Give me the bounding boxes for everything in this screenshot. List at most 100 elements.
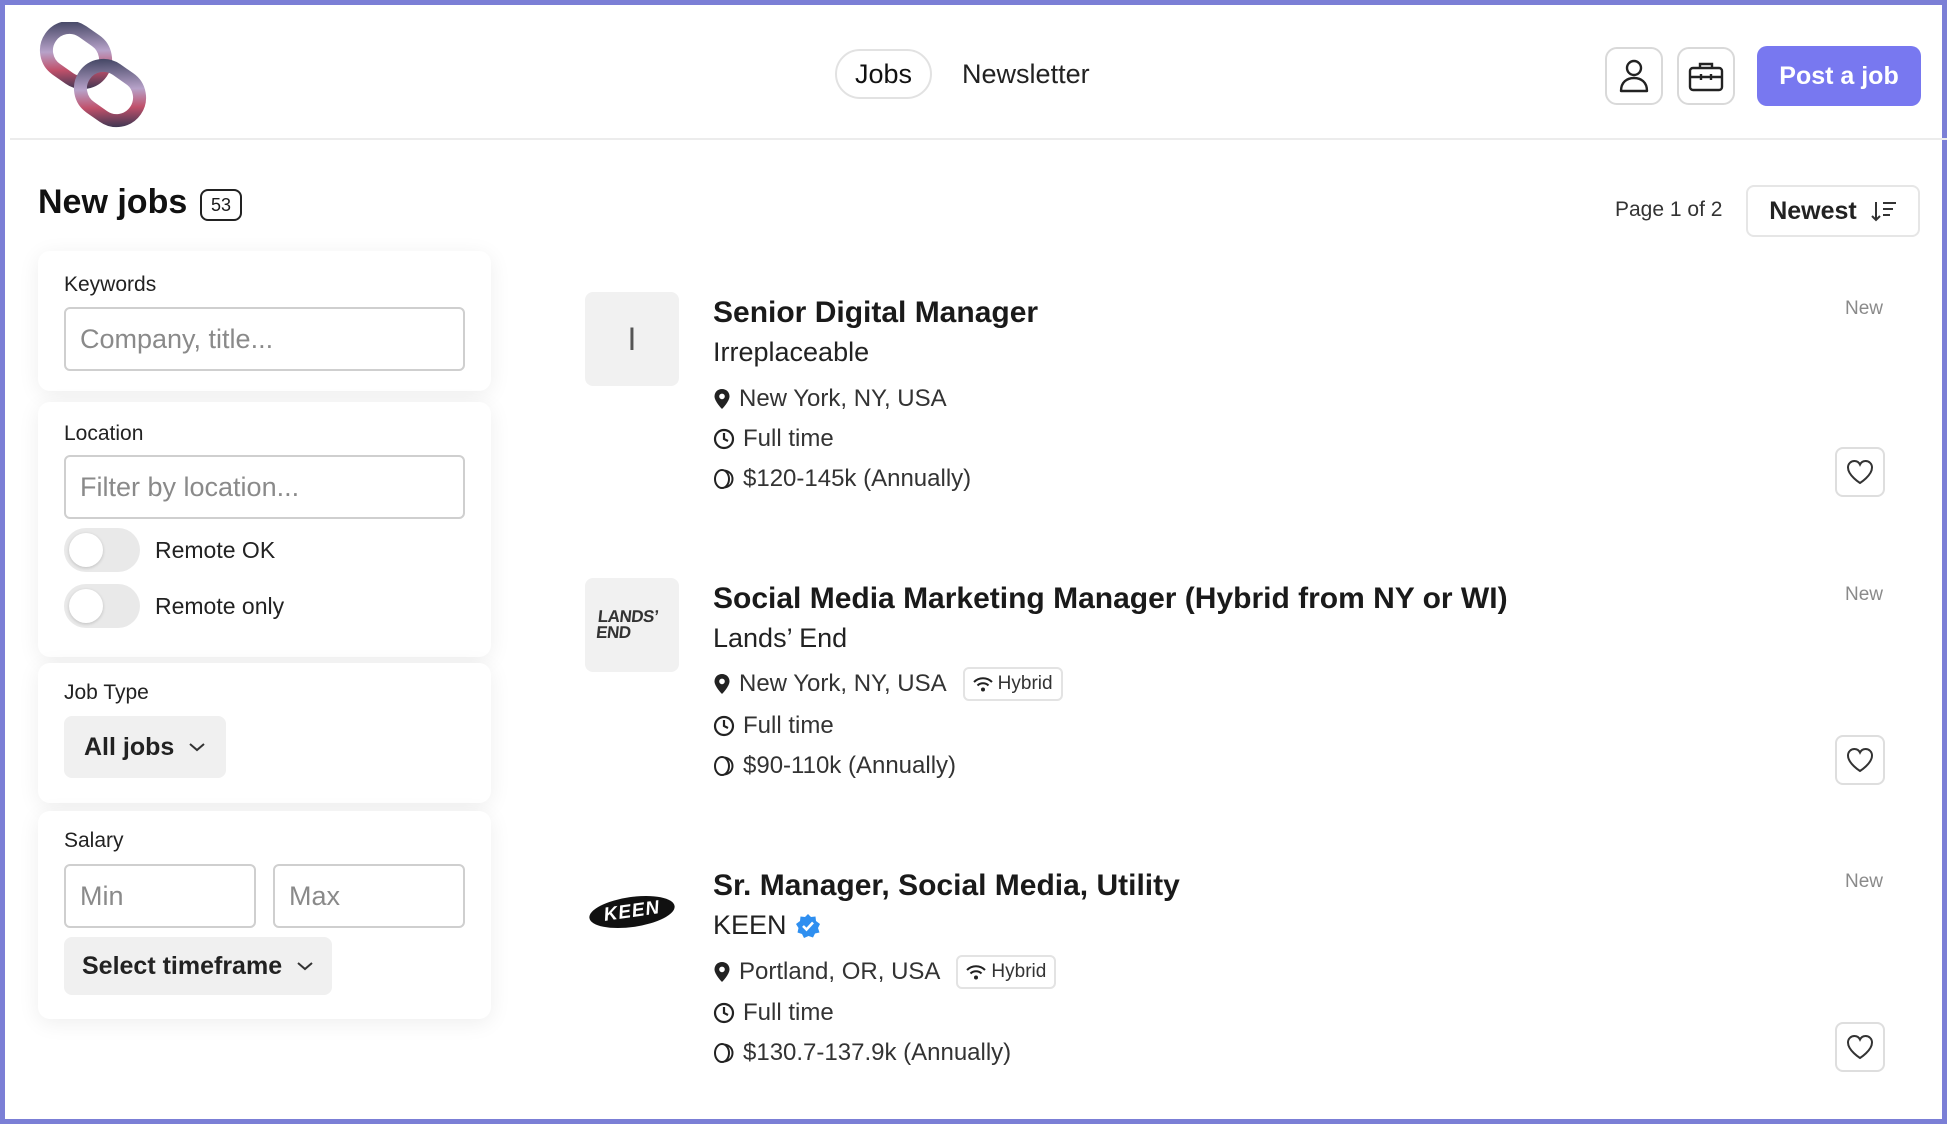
salary-text: $90-110k (Annually) (743, 752, 957, 779)
coins-icon (714, 1043, 734, 1063)
main-nav: Jobs Newsletter (835, 48, 1100, 100)
job-title[interactable]: Senior Digital Manager (713, 296, 1038, 330)
keen-logo-text: KEEN (587, 891, 677, 933)
company-logo[interactable]: KEEN (585, 865, 679, 959)
new-badge: New (1845, 871, 1884, 892)
remote-ok-toggle[interactable] (64, 528, 140, 572)
lands-end-logo-text: LANDS’ END (595, 607, 659, 642)
job-type: Full time (713, 712, 834, 740)
job-type-selected: All jobs (84, 732, 175, 761)
job-type: Full time (713, 999, 834, 1027)
sort-descending-icon (1871, 202, 1896, 222)
keywords-filter-card: Keywords Company, title... (38, 251, 491, 391)
location-text: New York, NY, USA (739, 385, 947, 412)
nav-jobs[interactable]: Jobs (835, 49, 933, 99)
clock-icon (713, 1002, 735, 1024)
heart-icon (1846, 459, 1874, 485)
toggle-knob (69, 589, 103, 623)
new-badge: New (1845, 298, 1884, 319)
hybrid-badge: Hybrid (956, 955, 1057, 989)
job-type-text: Full time (743, 712, 834, 739)
nav-newsletter[interactable]: Newsletter (952, 59, 1100, 90)
job-company: Irreplaceable (713, 337, 869, 368)
user-icon (1619, 59, 1649, 93)
map-pin-icon (714, 962, 730, 982)
sort-label: Newest (1769, 196, 1857, 225)
job-count-badge: 53 (200, 189, 242, 221)
job-company: Lands’ End (713, 623, 847, 654)
company-logo[interactable]: I (585, 292, 679, 386)
hybrid-badge: Hybrid (962, 667, 1063, 701)
saved-jobs-button[interactable] (1677, 47, 1735, 105)
verified-badge-icon (795, 913, 820, 938)
job-title[interactable]: Social Media Marketing Manager (Hybrid f… (713, 582, 1508, 616)
salary-label: Salary (64, 829, 124, 852)
save-job-button[interactable] (1835, 1022, 1885, 1072)
coins-icon (714, 469, 734, 489)
keywords-label: Keywords (64, 273, 157, 296)
job-type-dropdown[interactable]: All jobs (64, 716, 227, 778)
heart-icon (1846, 1034, 1874, 1060)
new-badge: New (1845, 584, 1884, 605)
clock-icon (713, 428, 735, 450)
site-logo[interactable] (37, 20, 157, 132)
heart-icon (1846, 747, 1874, 773)
job-location: New York, NY, USA Hybrid (713, 667, 1063, 701)
job-card[interactable]: I Senior Digital Manager Irreplaceable N… (585, 292, 1885, 552)
remote-ok-label: Remote OK (155, 537, 276, 563)
location-text: Portland, OR, USA (739, 958, 941, 985)
hybrid-label: Hybrid (997, 673, 1053, 694)
job-company: KEEN (713, 910, 821, 941)
job-card[interactable]: KEEN Sr. Manager, Social Media, Utility … (585, 865, 1885, 1125)
salary-filter-card: Salary Min Max Select timeframe (38, 811, 491, 1019)
location-input[interactable]: Filter by location... (64, 455, 465, 519)
hybrid-label: Hybrid (991, 961, 1047, 982)
location-text: New York, NY, USA (739, 670, 947, 697)
company-name: Lands’ End (713, 623, 848, 653)
location-filter-card: Location Filter by location... Remote OK… (38, 402, 491, 657)
salary-text: $120-145k (Annually) (743, 465, 972, 492)
app-frame: Jobs Newsletter Post a job New jobs 53 P… (0, 0, 1947, 1124)
wifi-icon (972, 677, 993, 692)
page-title: New jobs (38, 183, 188, 221)
job-salary: $90-110k (Annually) (713, 752, 956, 780)
company-name: KEEN (713, 910, 787, 940)
map-pin-icon (714, 389, 730, 409)
logo-letter: I (627, 320, 637, 357)
job-type-filter-card: Job Type All jobs (38, 663, 491, 803)
job-type-text: Full time (743, 999, 834, 1026)
clock-icon (713, 715, 735, 737)
job-type-label: Job Type (64, 681, 149, 704)
salary-text: $130.7-137.9k (Annually) (743, 1039, 1012, 1066)
post-job-button[interactable]: Post a job (1757, 46, 1921, 106)
salary-max-input[interactable]: Max (273, 864, 465, 928)
salary-min-input[interactable]: Min (64, 864, 256, 928)
remote-only-label: Remote only (155, 593, 285, 619)
location-label: Location (64, 422, 144, 445)
job-type-text: Full time (743, 425, 834, 452)
salary-timeframe-dropdown[interactable]: Select timeframe (64, 937, 333, 995)
map-pin-icon (714, 674, 730, 694)
save-job-button[interactable] (1835, 447, 1885, 497)
remote-only-toggle[interactable] (64, 584, 140, 628)
briefcase-icon (1688, 62, 1724, 92)
chevron-down-icon (297, 962, 313, 971)
job-title[interactable]: Sr. Manager, Social Media, Utility (713, 869, 1180, 903)
keywords-input[interactable]: Company, title... (64, 307, 465, 371)
job-location: Portland, OR, USA Hybrid (713, 955, 1057, 989)
job-salary: $120-145k (Annually) (713, 465, 971, 493)
job-location: New York, NY, USA (713, 385, 947, 413)
toggle-knob (69, 533, 103, 567)
coins-icon (714, 756, 734, 776)
account-button[interactable] (1605, 47, 1663, 105)
chain-link-logo-icon (39, 20, 147, 128)
job-card[interactable]: LANDS’ END Social Media Marketing Manage… (585, 578, 1885, 838)
top-header: Jobs Newsletter Post a job (10, 10, 1947, 140)
chevron-down-icon (189, 743, 205, 752)
save-job-button[interactable] (1835, 735, 1885, 785)
company-logo[interactable]: LANDS’ END (585, 578, 679, 672)
sort-dropdown[interactable]: Newest (1746, 185, 1920, 237)
timeframe-selected: Select timeframe (82, 951, 283, 980)
pagination-info: Page 1 of 2 (1615, 198, 1723, 221)
job-type: Full time (713, 425, 834, 453)
